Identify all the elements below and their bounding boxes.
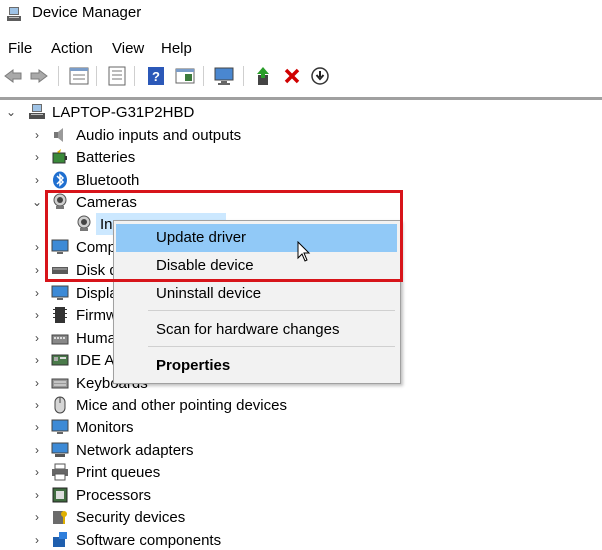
view-icon[interactable] xyxy=(174,65,196,87)
menu-item-scan-hardware[interactable]: Scan for hardware changes xyxy=(116,316,397,344)
chevron-right-icon[interactable]: › xyxy=(32,489,42,501)
title-bar: Device Manager xyxy=(0,0,602,30)
tree-item-network[interactable]: Network adapters xyxy=(76,442,194,459)
ide-controller-icon xyxy=(51,354,69,366)
forward-icon[interactable] xyxy=(28,65,50,87)
chevron-right-icon[interactable]: › xyxy=(32,377,42,389)
menu-bar: File Action View Help xyxy=(0,36,602,60)
chevron-right-icon[interactable]: › xyxy=(32,241,42,253)
tree-root-label[interactable]: LAPTOP-G31P2HBD xyxy=(52,104,194,121)
chevron-right-icon[interactable]: › xyxy=(32,309,42,321)
toolbar-divider xyxy=(0,97,602,100)
tree-item-display[interactable]: Displa xyxy=(76,285,118,302)
highlight-annotation-box xyxy=(45,190,403,282)
processor-icon xyxy=(52,487,68,503)
chevron-right-icon[interactable]: › xyxy=(32,511,42,523)
menu-help[interactable]: Help xyxy=(161,40,192,57)
computer-icon xyxy=(29,104,45,119)
tree-item-monitors[interactable]: Monitors xyxy=(76,419,134,436)
menu-separator xyxy=(148,310,395,311)
keyboard-icon xyxy=(51,378,69,389)
chevron-right-icon[interactable]: › xyxy=(32,264,42,276)
tree-item-mice[interactable]: Mice and other pointing devices xyxy=(76,397,287,414)
monitor-icon xyxy=(51,419,69,434)
menu-action[interactable]: Action xyxy=(51,40,93,57)
device-manager-icon xyxy=(7,7,21,21)
monitor-scan-icon[interactable] xyxy=(213,65,235,87)
mouse-icon xyxy=(54,396,66,414)
menu-separator xyxy=(148,346,395,347)
menu-item-properties[interactable]: Properties xyxy=(116,352,397,380)
printer-icon xyxy=(52,463,68,481)
chevron-right-icon[interactable]: › xyxy=(32,421,42,433)
chevron-right-icon[interactable]: › xyxy=(32,151,42,163)
chevron-down-icon[interactable]: ⌄ xyxy=(32,196,42,208)
network-adapter-icon xyxy=(51,442,69,457)
tree-item-batteries[interactable]: Batteries xyxy=(76,149,135,166)
details-icon[interactable] xyxy=(106,65,128,87)
chevron-right-icon[interactable]: › xyxy=(32,466,42,478)
human-interface-icon xyxy=(51,334,69,345)
tree-item-audio[interactable]: Audio inputs and outputs xyxy=(76,127,241,144)
properties-label: Properties xyxy=(156,357,231,374)
chevron-right-icon[interactable]: › xyxy=(32,444,42,456)
bluetooth-icon xyxy=(53,171,67,189)
tree-item-software-components[interactable]: Software components xyxy=(76,532,221,549)
battery-icon xyxy=(52,149,67,164)
uninstall-icon[interactable] xyxy=(281,65,303,87)
svg-text:?: ? xyxy=(152,69,160,84)
display-adapter-icon xyxy=(51,285,69,300)
mouse-cursor-icon xyxy=(297,241,311,262)
chevron-right-icon[interactable]: › xyxy=(32,534,42,546)
toolbar: ? xyxy=(0,62,602,92)
tree-item-bluetooth[interactable]: Bluetooth xyxy=(76,172,139,189)
menu-view[interactable]: View xyxy=(112,40,144,57)
help-icon[interactable]: ? xyxy=(145,65,167,87)
disable-icon[interactable] xyxy=(309,65,331,87)
chevron-right-icon[interactable]: › xyxy=(32,354,42,366)
tree-item-processors[interactable]: Processors xyxy=(76,487,151,504)
chevron-right-icon[interactable]: › xyxy=(32,287,42,299)
chevron-down-icon[interactable]: ⌄ xyxy=(6,106,16,118)
menu-item-uninstall-device[interactable]: Uninstall device xyxy=(116,280,397,308)
security-device-icon xyxy=(53,511,67,524)
menu-file[interactable]: File xyxy=(8,40,32,57)
scan-hardware-label: Scan for hardware changes xyxy=(156,321,340,338)
chevron-right-icon[interactable]: › xyxy=(32,332,42,344)
uninstall-device-label: Uninstall device xyxy=(156,285,262,302)
chevron-right-icon[interactable]: › xyxy=(32,174,42,186)
chevron-right-icon[interactable]: › xyxy=(32,399,42,411)
chevron-right-icon[interactable]: › xyxy=(32,129,42,141)
tree-item-security[interactable]: Security devices xyxy=(76,509,185,526)
window-title: Device Manager xyxy=(32,4,142,21)
speaker-icon xyxy=(54,128,63,142)
update-driver-icon[interactable] xyxy=(253,65,275,87)
firmware-icon xyxy=(53,307,67,323)
software-component-icon xyxy=(53,532,67,547)
tree-item-firmware[interactable]: Firmw xyxy=(76,307,117,324)
tree-item-print-queues[interactable]: Print queues xyxy=(76,464,160,481)
back-icon[interactable] xyxy=(2,65,24,87)
tree-item-human-interface[interactable]: Huma xyxy=(76,330,116,347)
properties-icon[interactable] xyxy=(68,65,90,87)
